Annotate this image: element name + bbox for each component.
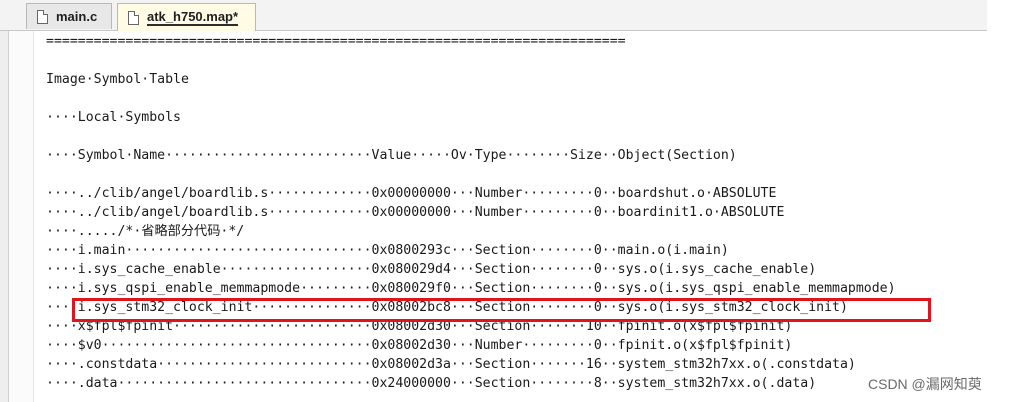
fold-margin — [9, 31, 34, 402]
editor-tab-bar: main.c atk_h750.map* — [0, 0, 987, 31]
code-line-13: ····i.sys_cache_enable··················… — [46, 262, 817, 277]
tab-label: atk_h750.map* — [147, 9, 239, 26]
code-line-1: ========================================… — [46, 34, 626, 49]
code-line-10: ····../clib/angel/boardlib.s············… — [46, 205, 785, 220]
file-icon — [128, 10, 139, 25]
highlight-box — [72, 298, 931, 322]
code-editor[interactable]: ========================================… — [46, 32, 1006, 393]
code-line-19: ····.data·······························… — [46, 376, 817, 391]
code-line-3: Image·Symbol·Table — [46, 72, 189, 87]
watermark: CSDN @漏网知萸 — [868, 376, 982, 392]
code-line-17: ····$v0·································… — [46, 338, 793, 353]
code-line-5: ····Local·Symbols — [46, 110, 181, 125]
code-line-14: ····i.sys_qspi_enable_memmapmode········… — [46, 281, 896, 296]
code-line-11: ····...../*·省略部分代码·*/ — [46, 224, 245, 239]
editor-margin — [0, 31, 9, 402]
file-icon — [37, 9, 48, 24]
code-line-9: ····../clib/angel/boardlib.s············… — [46, 186, 777, 201]
tab-label: main.c — [56, 9, 98, 24]
code-line-18: ····.constdata··························… — [46, 357, 856, 372]
code-line-7: ····Symbol·Name·························… — [46, 148, 737, 163]
tab-main-c[interactable]: main.c — [26, 3, 112, 29]
code-line-12: ····i.main······························… — [46, 243, 729, 258]
tab-atk-h750-map[interactable]: atk_h750.map* — [117, 3, 256, 31]
